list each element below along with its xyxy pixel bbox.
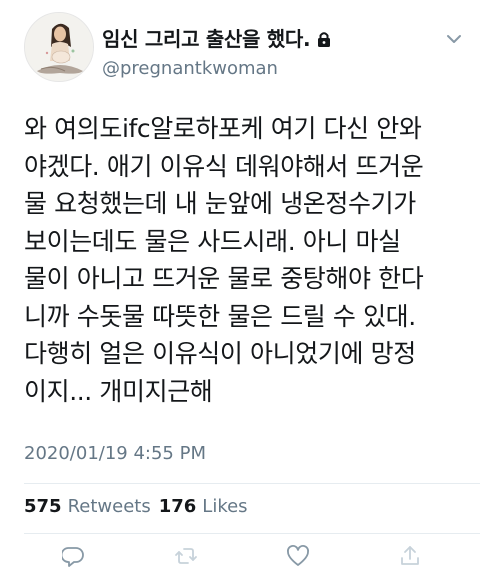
- author-handle[interactable]: @pregnantkwoman: [102, 58, 332, 79]
- author-display-name[interactable]: 임신 그리고 출산을 했다.: [102, 23, 332, 52]
- likes-label: Likes: [202, 496, 248, 517]
- retweets-label: Retweets: [67, 496, 151, 517]
- avatar[interactable]: [24, 12, 94, 82]
- tweet-line: 보이는데도 물은 사드시래. 아니 마실: [24, 226, 401, 256]
- tweet-line: 물 요청했는데 내 눈앞에 냉온정수기가: [24, 189, 416, 218]
- tweet-line: 야겠다. 애기 이유식 데워야해서 뜨거운: [24, 151, 424, 181]
- lock-icon: [316, 29, 332, 47]
- heart-icon[interactable]: [286, 544, 310, 568]
- tweet-header: 임신 그리고 출산을 했다. @pregnantkwoman: [24, 12, 464, 84]
- likes-stat[interactable]: 176 Likes: [159, 496, 248, 517]
- display-name-text: 임신 그리고 출산을 했다.: [102, 27, 311, 51]
- likes-count: 176: [158, 496, 197, 517]
- share-icon[interactable]: [398, 544, 422, 568]
- tweet-timestamp[interactable]: 2020/01/19 4:55 PM: [24, 443, 206, 464]
- chevron-down-icon[interactable]: [446, 30, 462, 43]
- divider: [24, 533, 480, 534]
- tweet-line: 다행히 얼은 이유식이 아니었기에 망정: [24, 339, 416, 368]
- retweets-count: 575: [24, 496, 62, 517]
- tweet-actions: [60, 544, 422, 568]
- retweets-stat[interactable]: 575 Retweets: [24, 496, 151, 517]
- tweet-line: 와 여의도ifc알로하포케 여기 다신 안와: [24, 114, 422, 143]
- tweet-line: 물이 아니고 뜨거운 물로 중탕해야 한다: [24, 264, 424, 293]
- tweet-line: 니까 수돗물 따뜻한 물은 드릴 수 있대.: [24, 301, 416, 331]
- author-names: 임신 그리고 출산을 했다. @pregnantkwoman: [102, 23, 332, 79]
- divider: [24, 483, 480, 484]
- tweet-line: 이지... 개미지근해: [24, 376, 213, 406]
- retweet-icon[interactable]: [174, 544, 198, 568]
- tweet-text: 와 여의도ifc알로하포케 여기 다신 안와 야겠다. 애기 이유식 데워야해서…: [24, 110, 464, 410]
- tweet-stats: 575 Retweets 176 Likes: [24, 496, 248, 517]
- reply-icon[interactable]: [60, 544, 86, 568]
